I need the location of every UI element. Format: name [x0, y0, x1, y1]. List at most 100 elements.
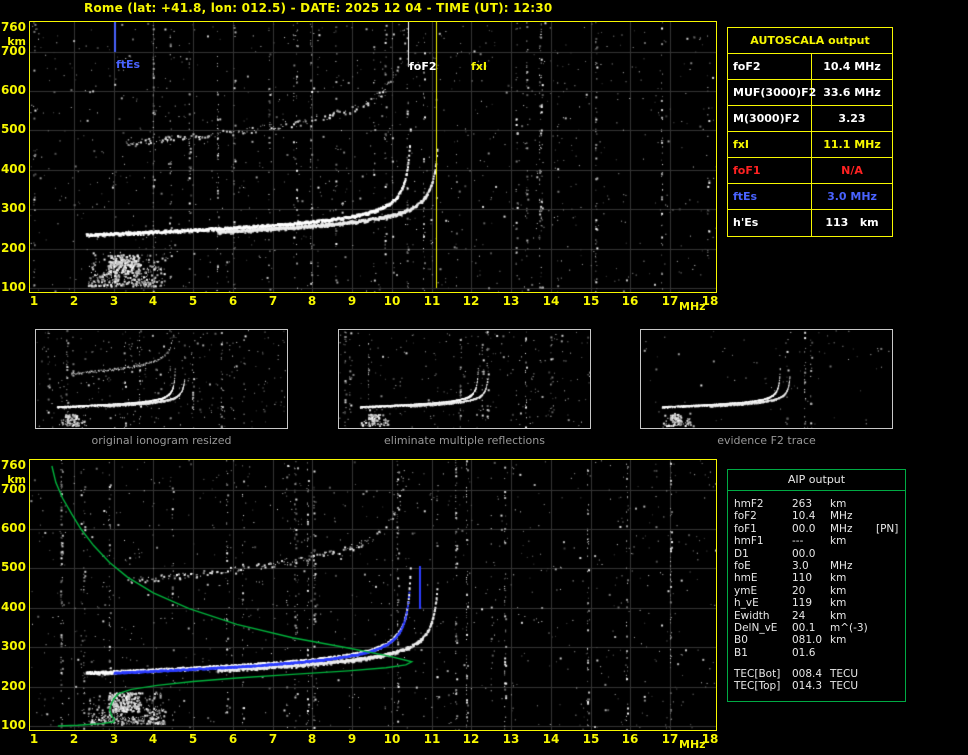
y-tick-label: 300: [0, 201, 26, 215]
aip-name: h_vE: [734, 597, 759, 610]
ionogram-bottom-plot: [29, 459, 717, 731]
aip-name: foF2: [734, 510, 757, 523]
aip-row-tectop: TEC[Top] 014.3 TECU: [734, 680, 899, 692]
aip-name: B0: [734, 634, 748, 647]
aip-row-fof1: foF1 00.0 MHz [PN]: [734, 523, 899, 535]
aip-name: hmF1: [734, 535, 764, 548]
aip-name: foF1: [734, 522, 757, 535]
autoscala-table: AUTOSCALA output foF2 10.4 MHz MUF(3000)F2…: [727, 27, 893, 237]
aip-val: 00.0: [792, 547, 816, 560]
thumbnail-original-ionogram: [35, 329, 288, 429]
aip-row-d1: D1 00.0: [734, 548, 899, 560]
y-axis-unit-km: km: [7, 35, 26, 48]
aip-note: [876, 560, 899, 572]
aip-unit: km: [830, 535, 847, 548]
aip-val: 00.1: [792, 621, 816, 634]
thumbnail-evidence-f2: [640, 329, 893, 429]
aip-name: DelN_vE: [734, 621, 778, 634]
aip-row-hmf1: hmF1 --- km: [734, 535, 899, 547]
aip-unit: km: [830, 572, 847, 585]
fxi-marker-label: fxI: [471, 60, 487, 73]
aip-note: [876, 610, 899, 622]
x-tick-label: 14: [542, 732, 560, 746]
x-axis-unit-mhz: MHz: [679, 738, 706, 751]
aip-unit: TECU: [830, 668, 859, 681]
aip-table-rows: hmF2 263 km foF2 10.4 MHz foF1 00.0 MHz [PN] hmF1 -…: [728, 491, 905, 693]
x-tick-label: 17: [661, 732, 679, 746]
autoscala-table-header: AUTOSCALA output: [728, 28, 892, 54]
aip-name: hmF2: [734, 498, 764, 510]
x-tick-label: 16: [621, 294, 639, 308]
x-tick-label: 12: [462, 732, 480, 746]
autoscala-row-fof2: foF2 10.4 MHz: [728, 54, 892, 80]
y-tick-label: 200: [0, 679, 26, 693]
fof2-marker-label: foF2: [409, 60, 437, 73]
x-tick-label: 3: [109, 294, 119, 308]
aip-name: TEC[Bot]: [734, 668, 781, 681]
aip-unit: km: [830, 498, 847, 510]
x-tick-label: 6: [228, 732, 238, 746]
aip-note: [876, 535, 899, 547]
aip-unit: km: [830, 609, 847, 622]
y-tick-label: 400: [0, 600, 26, 614]
aip-note: [876, 680, 899, 692]
aip-unit: MHz: [830, 510, 853, 523]
aip-note: [876, 585, 899, 597]
thumbnail-evidence-canvas: [641, 330, 892, 428]
aip-val: 263: [792, 498, 813, 510]
autoscala-row-m3000f2: M(3000)F2 3.23: [728, 106, 892, 132]
aip-note: [876, 634, 899, 646]
aip-row-tecbot: TEC[Bot] 008.4 TECU: [734, 668, 899, 680]
autoscala-row-label: foF2: [728, 54, 812, 79]
x-tick-label: 15: [582, 732, 600, 746]
x-tick-label: 9: [347, 294, 357, 308]
x-tick-label: 5: [188, 732, 198, 746]
ftes-marker-label: ftEs: [116, 58, 141, 71]
x-tick-label: 10: [383, 294, 401, 308]
y-tick-label: 100: [0, 718, 26, 732]
autoscala-row-label: h'Es: [728, 210, 812, 236]
autoscala-row-value: 11.1 MHz: [823, 138, 881, 151]
aip-val: 10.4: [792, 510, 816, 523]
autoscala-app-window: Rome (lat: +41.8, lon: 012.5) - DATE: 20…: [0, 0, 968, 755]
station-title: Rome (lat: +41.8, lon: 012.5) - DATE: 20…: [84, 1, 553, 15]
thumbnail-caption-original: original ionogram resized: [91, 434, 232, 447]
aip-note: [876, 622, 899, 634]
autoscala-row-label: ftEs: [728, 184, 812, 209]
autoscala-table-rows: foF2 10.4 MHz MUF(3000)F2 33.6 MHz M(3000)F2…: [728, 54, 892, 236]
aip-table: AIP output hmF2 263 km foF2 10.4 MHz foF1 00.0 M…: [727, 469, 906, 702]
thumbnail-caption-eliminate: eliminate multiple reflections: [384, 434, 545, 447]
x-tick-label: 15: [582, 294, 600, 308]
x-tick-label: 17: [661, 294, 679, 308]
x-tick-label: 14: [542, 294, 560, 308]
aip-unit: MHz: [830, 522, 853, 535]
aip-val: 110: [792, 572, 813, 585]
aip-name: D1: [734, 547, 749, 560]
autoscala-row-value: 33.6 MHz: [823, 86, 881, 99]
autoscala-row-fxi: fxI 11.1 MHz: [728, 132, 892, 158]
y-tick-label: 760: [0, 20, 26, 34]
autoscala-row-hes: h'Es 113 km: [728, 210, 892, 236]
aip-unit: [830, 647, 876, 659]
x-tick-label: 6: [228, 294, 238, 308]
x-tick-label: 2: [69, 732, 79, 746]
aip-val: ---: [792, 535, 804, 548]
aip-row-b1: B1 01.6: [734, 647, 899, 659]
aip-note: [876, 510, 899, 522]
autoscala-row-value: 3.0 MHz: [827, 190, 877, 203]
y-tick-label: 200: [0, 241, 26, 255]
y-tick-label: 600: [0, 83, 26, 97]
aip-name: B1: [734, 646, 748, 659]
x-tick-label: 12: [462, 294, 480, 308]
autoscala-row-value: 113 km: [825, 216, 879, 229]
x-tick-label: 13: [502, 732, 520, 746]
aip-name: TEC[Top]: [734, 680, 781, 693]
aip-unit: [830, 548, 876, 560]
thumbnail-eliminate-reflections: [338, 329, 591, 429]
aip-name: Ewidth: [734, 609, 770, 622]
aip-table-header: AIP output: [728, 470, 905, 491]
aip-val: 24: [792, 609, 806, 622]
x-tick-label: 7: [268, 732, 278, 746]
x-tick-label: 16: [621, 732, 639, 746]
x-tick-label: 11: [423, 294, 441, 308]
